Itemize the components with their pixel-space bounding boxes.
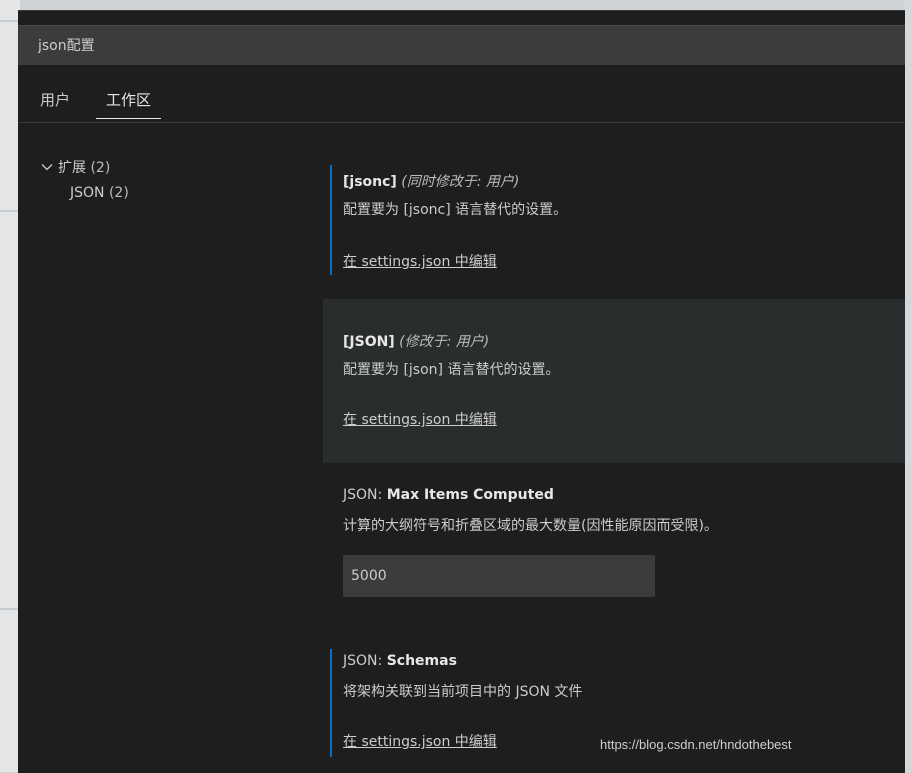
modified-indicator <box>330 165 332 275</box>
setting-name: Max Items Computed <box>386 487 554 503</box>
settings-editor: 用户 工作区 扩展 (2) JSON (2) [jsonc] (同时修改于: 用… <box>18 10 905 773</box>
tab-user[interactable]: 用户 <box>40 89 70 118</box>
settings-search-input[interactable] <box>18 26 905 64</box>
setting-category: JSON: <box>343 487 383 503</box>
edit-in-settings-json-link[interactable]: 在 settings.json 中编辑 <box>343 731 497 751</box>
setting-description: 将架构关联到当前项目中的 JSON 文件 <box>343 684 583 700</box>
toc-group-label: 扩展 <box>58 160 86 176</box>
search-bar <box>18 25 905 65</box>
watermark: https://blog.csdn.net/hndothebest <box>600 737 792 752</box>
setting-title: [jsonc] (同时修改于: 用户) <box>343 171 519 191</box>
toc-child-count: (2) <box>108 185 129 201</box>
setting-key: [JSON] <box>343 334 395 350</box>
setting-description: 配置要为 [json] 语言替代的设置。 <box>343 362 560 378</box>
setting-name: Schemas <box>386 653 457 669</box>
tab-workspace[interactable]: 工作区 <box>96 89 162 119</box>
setting-jsonc: [jsonc] (同时修改于: 用户) 配置要为 [jsonc] 语言替代的设置… <box>323 157 905 297</box>
chevron-down-icon <box>41 164 53 171</box>
toc-group-count: (2) <box>90 160 111 176</box>
toc-child-label: JSON <box>70 185 105 201</box>
max-items-input[interactable] <box>343 555 655 597</box>
setting-title: JSON: Schemas <box>343 653 457 669</box>
setting-modified-note: (同时修改于: 用户) <box>401 174 520 190</box>
modified-indicator <box>330 649 332 757</box>
tabs-divider <box>18 122 905 123</box>
setting-max-items-computed: JSON: Max Items Computed 计算的大纲符号和折叠区域的最大… <box>323 471 905 611</box>
setting-key: [jsonc] <box>343 174 397 190</box>
setting-modified-note: (修改于: 用户) <box>399 334 490 350</box>
toc-item-extensions[interactable]: 扩展 (2) <box>40 157 110 177</box>
setting-description: 计算的大纲符号和折叠区域的最大数量(因性能原因而受限)。 <box>343 518 718 534</box>
setting-json-language: [JSON] (修改于: 用户) 配置要为 [json] 语言替代的设置。 在 … <box>323 299 905 463</box>
setting-schemas: JSON: Schemas 将架构关联到当前项目中的 JSON 文件 在 set… <box>323 635 905 773</box>
background-left <box>0 0 20 772</box>
edit-in-settings-json-link[interactable]: 在 settings.json 中编辑 <box>343 409 497 429</box>
background-right <box>904 0 912 772</box>
edit-in-settings-json-link[interactable]: 在 settings.json 中编辑 <box>343 251 497 271</box>
setting-description: 配置要为 [jsonc] 语言替代的设置。 <box>343 202 568 218</box>
setting-category: JSON: <box>343 653 383 669</box>
setting-title: JSON: Max Items Computed <box>343 487 554 503</box>
setting-title: [JSON] (修改于: 用户) <box>343 331 489 351</box>
toc-item-json[interactable]: JSON (2) <box>70 185 129 201</box>
